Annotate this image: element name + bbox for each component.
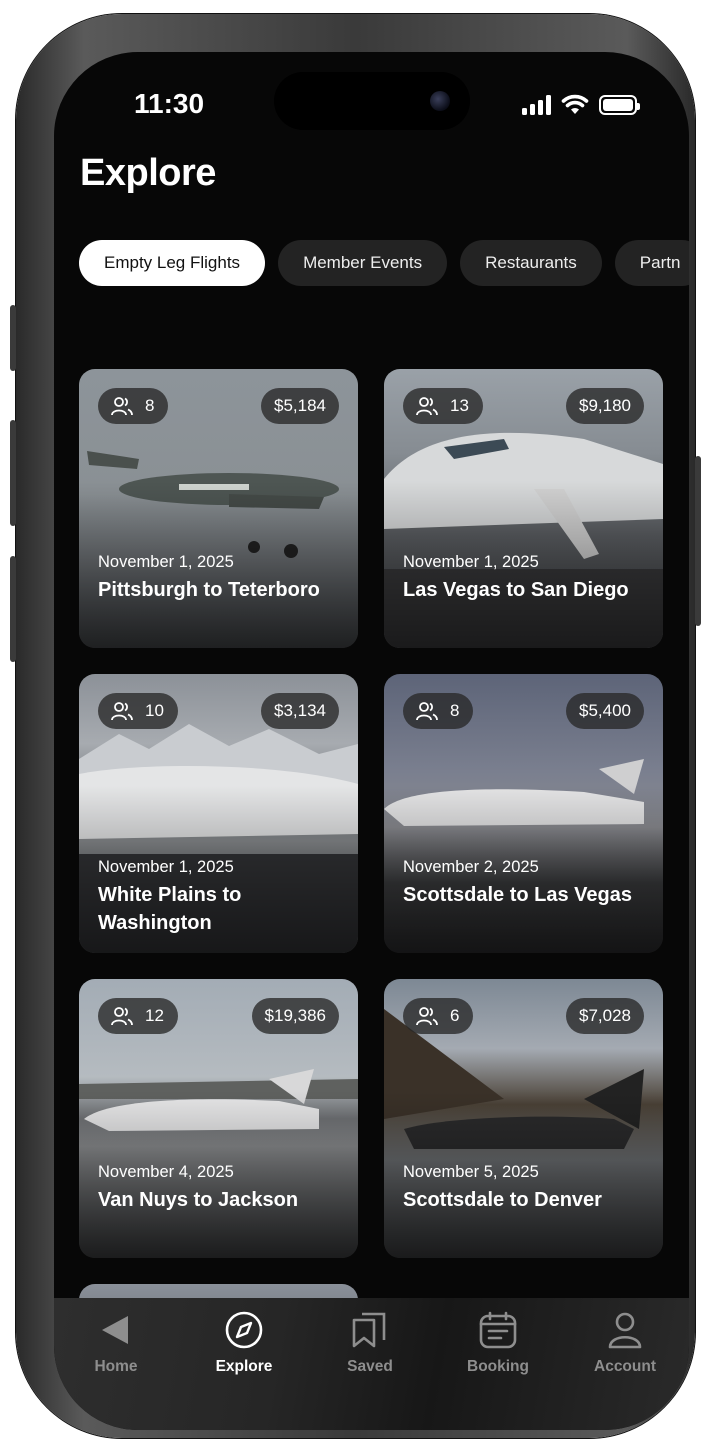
- power-button: [695, 456, 701, 626]
- passenger-count-badge: 8: [403, 693, 474, 729]
- passenger-count-badge: 13: [403, 388, 483, 424]
- price-badge: $19,386: [251, 998, 339, 1034]
- camera-icon: [430, 91, 450, 111]
- tab-member-events[interactable]: Member Events: [278, 240, 448, 286]
- bookmarks-icon: [352, 1312, 386, 1348]
- flight-card[interactable]: 13 $9,180 November 1, 2025 Las Vegas to …: [384, 369, 663, 648]
- nav-label: Home: [94, 1358, 138, 1375]
- flight-date: November 1, 2025: [98, 553, 234, 571]
- flight-card[interactable]: 8 $5,400 November 2, 2025 Scottsdale to …: [384, 674, 663, 953]
- dynamic-island: [274, 72, 470, 130]
- volume-down-button: [10, 556, 16, 662]
- flight-card[interactable]: 12 $19,386 November 4, 2025 Van Nuys to …: [79, 979, 358, 1258]
- price-badge: $3,134: [261, 693, 339, 729]
- person-icon: [608, 1312, 642, 1349]
- status-icons: [522, 94, 640, 116]
- flight-card[interactable]: 6 $7,028 November 5, 2025 Scottsdale to …: [384, 979, 663, 1258]
- flight-route: Scottsdale to Denver: [403, 1189, 602, 1211]
- flight-date: November 5, 2025: [403, 1163, 539, 1181]
- people-icon: [416, 702, 438, 721]
- nav-label: Explore: [215, 1358, 273, 1375]
- status-time: 11:30: [134, 88, 205, 119]
- nav-saved[interactable]: Saved: [315, 1310, 425, 1376]
- people-icon: [416, 1007, 438, 1026]
- tab-partners[interactable]: Partn: [614, 240, 689, 286]
- home-triangle-icon: [102, 1316, 128, 1344]
- price-badge: $5,184: [261, 388, 339, 424]
- flight-route: Scottsdale to Las Vegas: [403, 884, 632, 906]
- flight-date: November 2, 2025: [403, 858, 539, 876]
- volume-up-button: [10, 420, 16, 526]
- flight-route: White Plains to Washington: [98, 884, 242, 934]
- tab-restaurants[interactable]: Restaurants: [460, 240, 602, 286]
- people-icon: [111, 397, 133, 416]
- nav-label: Booking: [467, 1358, 529, 1375]
- nav-label: Account: [594, 1358, 656, 1375]
- bottom-nav: Home Explore Saved Booking Account: [54, 1298, 689, 1430]
- nav-booking[interactable]: Booking: [443, 1310, 553, 1376]
- passenger-count: 12: [145, 1006, 164, 1025]
- passenger-count: 8: [145, 396, 155, 415]
- calendar-icon: [479, 1311, 517, 1349]
- category-tabs: Empty Leg Flights Member Events Restaura…: [79, 240, 689, 286]
- passenger-count: 13: [450, 396, 469, 415]
- flight-card[interactable]: 8 $5,184 November 1, 2025 Pittsburgh to …: [79, 369, 358, 648]
- side-button: [10, 305, 16, 371]
- nav-account[interactable]: Account: [570, 1310, 680, 1376]
- passenger-count-badge: 12: [98, 998, 178, 1034]
- people-icon: [416, 397, 438, 416]
- phone-frame: 11:30 Explore Empty Leg Flights Member E…: [16, 14, 695, 1438]
- battery-icon: [599, 95, 640, 115]
- price-badge: $7,028: [566, 998, 644, 1034]
- flight-date: November 4, 2025: [98, 1163, 234, 1181]
- nav-home[interactable]: Home: [61, 1310, 171, 1376]
- nav-explore[interactable]: Explore: [189, 1310, 299, 1376]
- nav-label: Saved: [347, 1358, 393, 1375]
- tab-empty-leg-flights[interactable]: Empty Leg Flights: [79, 240, 266, 286]
- flight-route: Las Vegas to San Diego: [403, 579, 629, 601]
- flight-date: November 1, 2025: [403, 553, 539, 571]
- flight-route: Van Nuys to Jackson: [98, 1189, 299, 1211]
- flight-card[interactable]: 10 $3,134 November 1, 2025 White Plains …: [79, 674, 358, 953]
- price-badge: $5,400: [566, 693, 644, 729]
- wifi-icon: [561, 94, 589, 114]
- price-badge: $9,180: [566, 388, 644, 424]
- page-title: Explore: [80, 152, 216, 194]
- screen: 11:30 Explore Empty Leg Flights Member E…: [54, 52, 689, 1430]
- people-icon: [111, 702, 133, 721]
- flight-date: November 1, 2025: [98, 858, 234, 876]
- compass-icon: [225, 1311, 263, 1349]
- passenger-count: 8: [450, 701, 460, 720]
- passenger-count-badge: 8: [98, 388, 169, 424]
- flight-route: Pittsburgh to Teterboro: [98, 579, 320, 601]
- passenger-count: 6: [450, 1006, 460, 1025]
- cellular-signal-icon: [522, 95, 551, 115]
- people-icon: [111, 1007, 133, 1026]
- passenger-count-badge: 10: [98, 693, 178, 729]
- passenger-count-badge: 6: [403, 998, 474, 1034]
- passenger-count: 10: [145, 701, 164, 720]
